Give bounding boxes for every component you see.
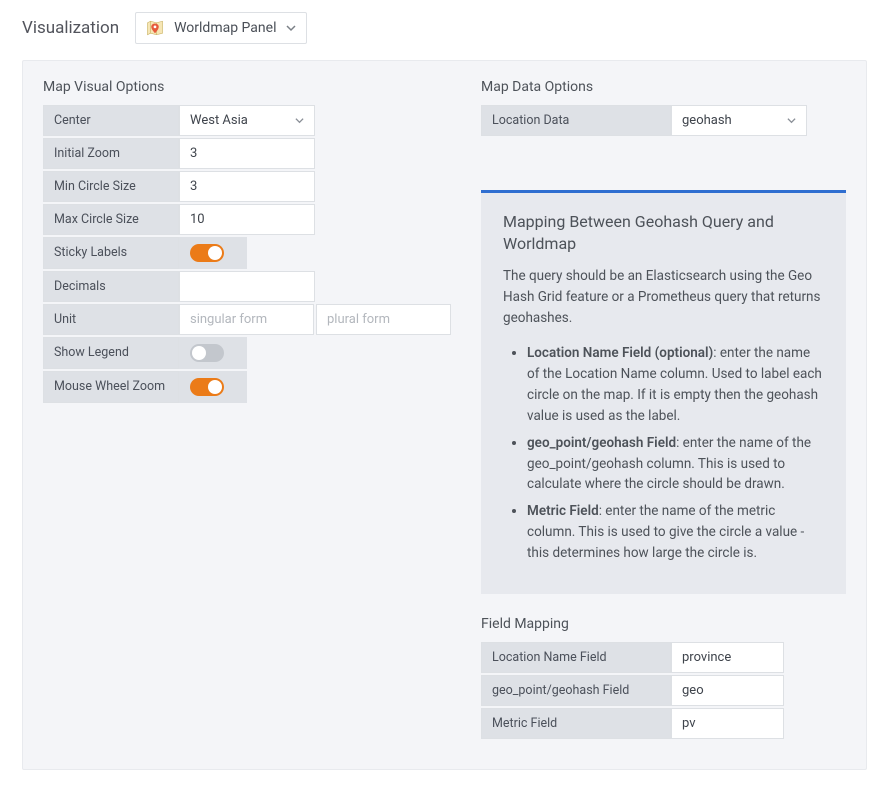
caret-down-icon bbox=[295, 116, 304, 125]
mapping-location-name: Location Name Field bbox=[481, 642, 784, 673]
location-data-select-value: geohash bbox=[682, 113, 732, 128]
info-panel: Mapping Between Geohash Query and Worldm… bbox=[481, 190, 846, 594]
option-location-data: Location Data geohash bbox=[481, 105, 807, 136]
map-data-options: Map Data Options Location Data geohash bbox=[481, 79, 846, 739]
metric-field-input[interactable] bbox=[671, 708, 784, 739]
worldmap-icon bbox=[146, 19, 164, 37]
geohash-field-input[interactable] bbox=[671, 675, 784, 706]
section-title: Map Data Options bbox=[481, 79, 846, 95]
info-bold: geo_point/geohash Field bbox=[527, 435, 676, 451]
option-decimals: Decimals bbox=[43, 271, 315, 302]
mouse-wheel-zoom-toggle[interactable] bbox=[190, 378, 224, 396]
option-unit: Unit bbox=[43, 304, 451, 335]
label: Location Name Field bbox=[481, 642, 671, 673]
info-bold: Metric Field bbox=[527, 503, 599, 519]
header-row: Visualization Worldmap Panel bbox=[22, 12, 867, 44]
label: Mouse Wheel Zoom bbox=[43, 371, 179, 403]
option-sticky-labels: Sticky Labels bbox=[43, 237, 315, 269]
label: Initial Zoom bbox=[43, 138, 179, 169]
center-select-value: West Asia bbox=[190, 113, 248, 128]
option-show-legend: Show Legend bbox=[43, 337, 315, 369]
option-initial-zoom: Initial Zoom bbox=[43, 138, 315, 169]
label: Min Circle Size bbox=[43, 171, 179, 202]
unit-plural-input[interactable] bbox=[316, 304, 451, 335]
label: Sticky Labels bbox=[43, 237, 179, 269]
info-item: Metric Field: enter the name of the metr… bbox=[527, 501, 824, 564]
option-min-circle: Min Circle Size bbox=[43, 171, 315, 202]
max-circle-input[interactable] bbox=[179, 204, 315, 235]
mapping-metric: Metric Field bbox=[481, 708, 784, 739]
label: Metric Field bbox=[481, 708, 671, 739]
caret-down-icon bbox=[787, 116, 796, 125]
panel-name: Worldmap Panel bbox=[174, 20, 276, 36]
section-title: Field Mapping bbox=[481, 616, 846, 632]
info-title: Mapping Between Geohash Query and Worldm… bbox=[503, 211, 824, 254]
label: Unit bbox=[43, 304, 179, 335]
visualization-panel: Visualization Worldmap Panel Map Visual … bbox=[0, 0, 889, 792]
decimals-input[interactable] bbox=[179, 271, 315, 302]
location-name-field-input[interactable] bbox=[671, 642, 784, 673]
initial-zoom-input[interactable] bbox=[179, 138, 315, 169]
min-circle-input[interactable] bbox=[179, 171, 315, 202]
option-center: Center West Asia bbox=[43, 105, 315, 136]
label: Decimals bbox=[43, 271, 179, 302]
info-item: geo_point/geohash Field: enter the name … bbox=[527, 433, 824, 496]
option-max-circle: Max Circle Size bbox=[43, 204, 315, 235]
caret-down-icon bbox=[286, 23, 296, 33]
panel-type-picker[interactable]: Worldmap Panel bbox=[135, 12, 307, 44]
mapping-geohash: geo_point/geohash Field bbox=[481, 675, 784, 706]
label: Location Data bbox=[481, 105, 671, 136]
center-select[interactable]: West Asia bbox=[179, 105, 315, 136]
info-intro: The query should be an Elasticsearch usi… bbox=[503, 266, 824, 329]
label: Center bbox=[43, 105, 179, 136]
section-title: Map Visual Options bbox=[43, 79, 451, 95]
map-visual-options: Map Visual Options Center West Asia bbox=[43, 79, 451, 739]
label: Max Circle Size bbox=[43, 204, 179, 235]
info-item: Location Name Field (optional): enter th… bbox=[527, 343, 824, 427]
label: Show Legend bbox=[43, 337, 179, 369]
options-area: Map Visual Options Center West Asia bbox=[22, 60, 867, 770]
unit-singular-input[interactable] bbox=[179, 304, 314, 335]
sticky-labels-toggle[interactable] bbox=[190, 244, 224, 262]
option-mouse-wheel-zoom: Mouse Wheel Zoom bbox=[43, 371, 315, 403]
info-bold: Location Name Field (optional) bbox=[527, 345, 713, 361]
location-data-select[interactable]: geohash bbox=[671, 105, 807, 136]
info-list: Location Name Field (optional): enter th… bbox=[503, 343, 824, 564]
visualization-label: Visualization bbox=[22, 18, 119, 38]
show-legend-toggle[interactable] bbox=[190, 344, 224, 362]
label: geo_point/geohash Field bbox=[481, 675, 671, 706]
